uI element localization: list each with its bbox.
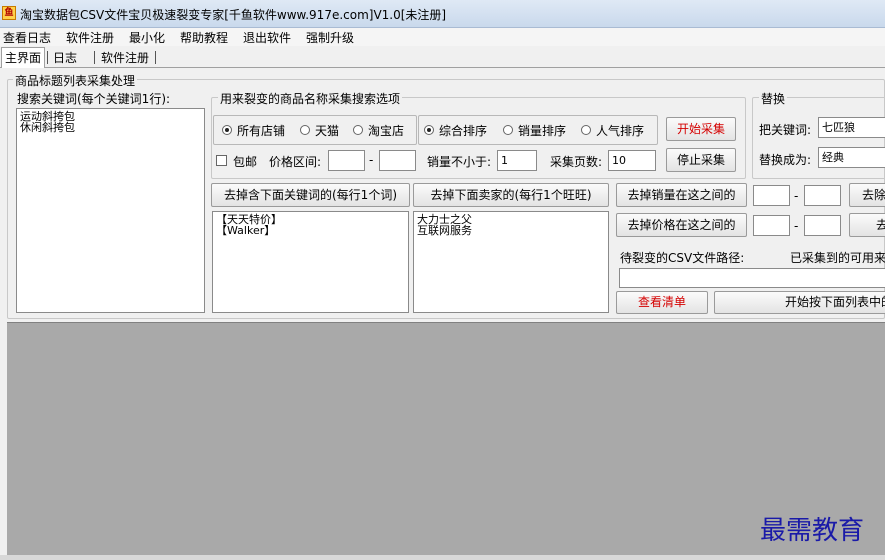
sales-range-dash: - (794, 189, 799, 203)
radio-tmall-label: 天猫 (315, 124, 340, 138)
min-sales-input[interactable]: 1 (497, 150, 537, 171)
radio-tmall[interactable] (300, 125, 310, 135)
sales-max-input[interactable] (804, 185, 841, 206)
radio-overall-sort-label: 综合排序 (439, 124, 488, 138)
tab-log[interactable]: 日志 (50, 49, 80, 66)
price-filter-max-input[interactable] (804, 215, 841, 236)
options-group-title: 用来裂变的商品名称采集搜索选项 (218, 90, 403, 107)
radio-all-shops[interactable] (222, 125, 232, 135)
pages-label: 采集页数: (550, 155, 603, 169)
tab-bar: 主界面 日志 软件注册 (0, 46, 885, 68)
radio-popularity-sort-label: 人气排序 (596, 124, 645, 138)
keywords-label: 搜索关键词(每个关键词1行): (17, 92, 171, 106)
menu-minimize[interactable]: 最小化 (129, 29, 165, 46)
menu-help[interactable]: 帮助教程 (180, 29, 228, 46)
tab-register[interactable]: 软件注册 (98, 49, 152, 66)
remove-keywords-button[interactable]: 去掉含下面关键词的(每行1个词) (211, 183, 410, 207)
menu-exit[interactable]: 退出软件 (243, 29, 291, 46)
cut-sales-button[interactable]: 去除 (849, 183, 885, 207)
price-max-input[interactable] (379, 150, 416, 171)
replace-key-input[interactable]: 七匹狼 (818, 117, 885, 138)
radio-sales-sort-label: 销量排序 (518, 124, 567, 138)
app-logo-icon: 鱼 (2, 6, 16, 20)
remove-sellers-button[interactable]: 去掉下面卖家的(每行1个旺旺) (413, 183, 609, 207)
remove-keyword-line: 【Walker】 (216, 224, 276, 237)
tab-separator (47, 51, 48, 64)
start-collect-button[interactable]: 开始采集 (666, 117, 736, 141)
title-bar: 鱼 淘宝数据包CSV文件宝贝极速裂变专家[千鱼软件www.917e.com]V1… (0, 0, 885, 28)
free-shipping-label: 包邮 (233, 155, 258, 169)
radio-all-shops-label: 所有店铺 (237, 124, 286, 138)
menu-register[interactable]: 软件注册 (66, 29, 114, 46)
results-grid[interactable] (7, 322, 885, 558)
pages-input[interactable]: 10 (608, 150, 656, 171)
radio-sales-sort[interactable] (503, 125, 513, 135)
replace-key-label: 把关键词: (759, 123, 812, 137)
remove-price-range-button[interactable]: 去掉价格在这之间的 (616, 213, 747, 237)
stop-collect-button[interactable]: 停止采集 (666, 148, 736, 172)
cut-price-button[interactable]: 去 (849, 213, 885, 237)
keywords-textarea[interactable]: 运动斜挎包 休闲斜挎包 (16, 108, 205, 313)
window-title: 淘宝数据包CSV文件宝贝极速裂变专家[千鱼软件www.917e.com]V1.0… (20, 8, 447, 22)
tab-separator (155, 51, 156, 64)
replace-with-input[interactable]: 经典 (818, 147, 885, 168)
replace-group-title: 替换 (759, 90, 788, 107)
csv-path-input[interactable] (619, 268, 885, 288)
price-range-dash: - (369, 153, 374, 167)
min-sales-label: 销量不小于: (427, 155, 492, 169)
tab-separator (94, 51, 95, 64)
radio-overall-sort[interactable] (424, 125, 434, 135)
remove-keywords-textarea[interactable]: 【天天特价】 【Walker】 (212, 211, 409, 313)
sales-min-input[interactable] (753, 185, 790, 206)
start-split-button[interactable]: 开始按下面列表中的 (714, 291, 885, 314)
menu-force-upgrade[interactable]: 强制升级 (306, 29, 354, 46)
collected-label: 已采集到的可用来 (790, 251, 885, 265)
watermark: 最需教育 (760, 516, 865, 546)
keyword-line: 休闲斜挎包 (20, 121, 75, 134)
csv-path-label: 待裂变的CSV文件路径: (620, 251, 745, 265)
remove-sellers-textarea[interactable]: 大力士之父 互联网服务 (413, 211, 609, 313)
free-shipping-checkbox[interactable] (216, 155, 227, 166)
menu-view-log[interactable]: 查看日志 (3, 29, 51, 46)
price-filter-min-input[interactable] (753, 215, 790, 236)
radio-taobao[interactable] (353, 125, 363, 135)
main-group-title: 商品标题列表采集处理 (13, 72, 138, 89)
remove-sales-range-button[interactable]: 去掉销量在这之间的 (616, 183, 747, 207)
remove-seller-line: 互联网服务 (417, 224, 472, 237)
replace-with-label: 替换成为: (759, 153, 812, 167)
radio-taobao-label: 淘宝店 (368, 124, 405, 138)
horizontal-scrollbar[interactable] (0, 555, 885, 560)
view-list-button[interactable]: 查看清单 (616, 291, 708, 314)
menu-bar: 查看日志 软件注册 最小化 帮助教程 退出软件 强制升级 (0, 28, 885, 46)
price-min-input[interactable] (328, 150, 365, 171)
price-filter-dash: - (794, 219, 799, 233)
radio-popularity-sort[interactable] (581, 125, 591, 135)
price-range-label: 价格区间: (269, 155, 322, 169)
tab-main[interactable]: 主界面 (1, 47, 46, 68)
